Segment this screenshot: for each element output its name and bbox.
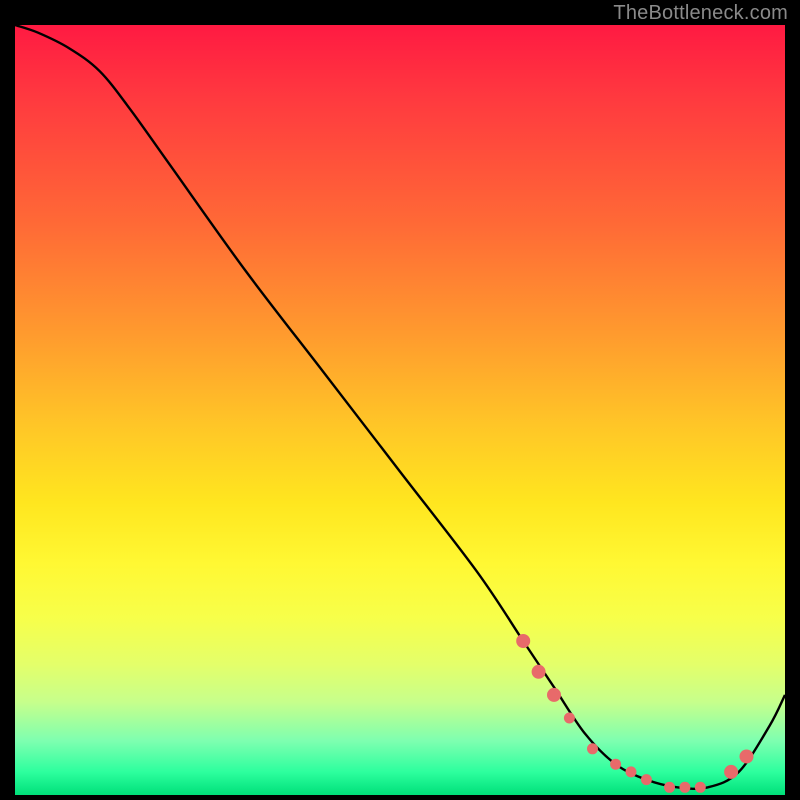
curve-dot <box>664 782 675 793</box>
curve-dot <box>516 634 530 648</box>
curve-dots-group <box>516 634 753 793</box>
curve-dot <box>532 665 546 679</box>
curve-dot <box>641 774 652 785</box>
curve-dot <box>587 743 598 754</box>
bottleneck-curve <box>15 25 785 789</box>
curve-dot <box>679 782 690 793</box>
curve-dot <box>740 750 754 764</box>
curve-dot <box>610 759 621 770</box>
watermark-text: TheBottleneck.com <box>613 2 788 25</box>
curve-dot <box>724 765 738 779</box>
curve-svg <box>15 25 785 795</box>
curve-dot <box>547 688 561 702</box>
plot-area <box>15 25 785 795</box>
curve-dot <box>695 782 706 793</box>
curve-dot <box>626 766 637 777</box>
chart-frame: TheBottleneck.com <box>0 0 800 800</box>
curve-dot <box>564 713 575 724</box>
